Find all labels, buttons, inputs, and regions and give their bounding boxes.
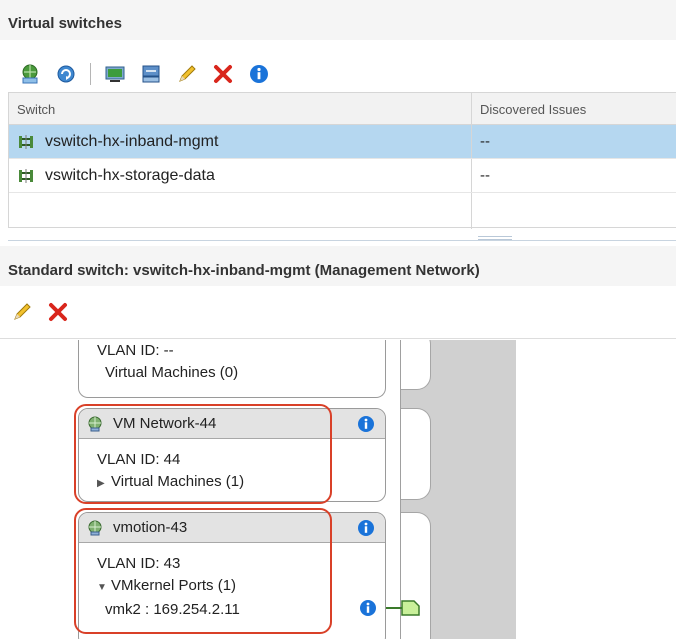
edit-icon	[179, 65, 196, 82]
info-icon	[250, 65, 268, 83]
switch-name: vswitch-hx-storage-data	[45, 166, 215, 184]
edit-switch-button[interactable]	[10, 300, 34, 324]
manage-physical-adapters-button[interactable]	[103, 62, 127, 86]
virtual-switch-icon	[19, 168, 33, 183]
vlan-id: VLAN ID: --	[97, 342, 174, 359]
table-header: Switch Discovered Issues	[9, 93, 676, 125]
delete-icon	[214, 65, 232, 83]
column-header-switch[interactable]: Switch	[9, 93, 472, 124]
virtual-machines-label: Virtual Machines (0)	[105, 364, 239, 381]
switch-table: Switch Discovered Issues vswitch-hx-inba…	[8, 92, 676, 229]
virtual-switches-title: Virtual switches	[0, 0, 676, 40]
refresh-button[interactable]	[54, 62, 78, 86]
standard-switch-toolbar	[10, 296, 82, 328]
switch-name: vswitch-hx-inband-mgmt	[45, 132, 219, 150]
vmkernel-port-connector-icon	[386, 600, 420, 616]
delete-button[interactable]	[211, 62, 235, 86]
virtual-switch-icon	[19, 134, 33, 149]
manage-physical-adapters-icon	[105, 66, 125, 82]
table-row[interactable]: vswitch-hx-inband-mgmt --	[9, 125, 676, 159]
virtual-switches-title-text: Virtual switches	[8, 15, 122, 32]
standard-switch-title: Standard switch: vswitch-hx-inband-mgmt …	[0, 246, 676, 286]
toolbar-separator	[90, 63, 91, 85]
highlight-annotation	[74, 508, 332, 634]
info-icon[interactable]	[359, 599, 377, 617]
migrate-vmkernel-icon	[142, 65, 160, 83]
port-connector	[401, 512, 431, 639]
pane-divider	[8, 240, 676, 241]
switch-topology-diagram: VLAN ID: -- Virtual Machines (0) VM Netw…	[0, 340, 676, 639]
delete-switch-button[interactable]	[46, 300, 70, 324]
empty-table-row	[9, 193, 676, 229]
edit-button[interactable]	[175, 62, 199, 86]
virtual-switches-toolbar	[18, 58, 283, 90]
delete-icon	[49, 303, 67, 321]
port-connector	[401, 340, 431, 390]
discovered-issues-value: --	[480, 133, 490, 150]
edit-icon	[14, 303, 31, 320]
column-header-discovered-issues[interactable]: Discovered Issues	[472, 93, 676, 124]
migrate-vmkernel-button[interactable]	[139, 62, 163, 86]
standard-switch-title-text: Standard switch: vswitch-hx-inband-mgmt …	[8, 262, 480, 279]
add-network-icon	[22, 64, 38, 84]
highlight-annotation	[74, 404, 332, 504]
add-network-button[interactable]	[18, 62, 42, 86]
info-button[interactable]	[247, 62, 271, 86]
toolbar-border	[0, 338, 676, 339]
info-icon[interactable]	[357, 519, 375, 537]
discovered-issues-value: --	[480, 167, 490, 184]
port-connector	[401, 408, 431, 500]
refresh-icon	[57, 65, 75, 83]
info-icon[interactable]	[357, 415, 375, 433]
table-row[interactable]: vswitch-hx-storage-data --	[9, 159, 676, 193]
port-group-partial[interactable]: VLAN ID: -- Virtual Machines (0)	[78, 340, 386, 398]
